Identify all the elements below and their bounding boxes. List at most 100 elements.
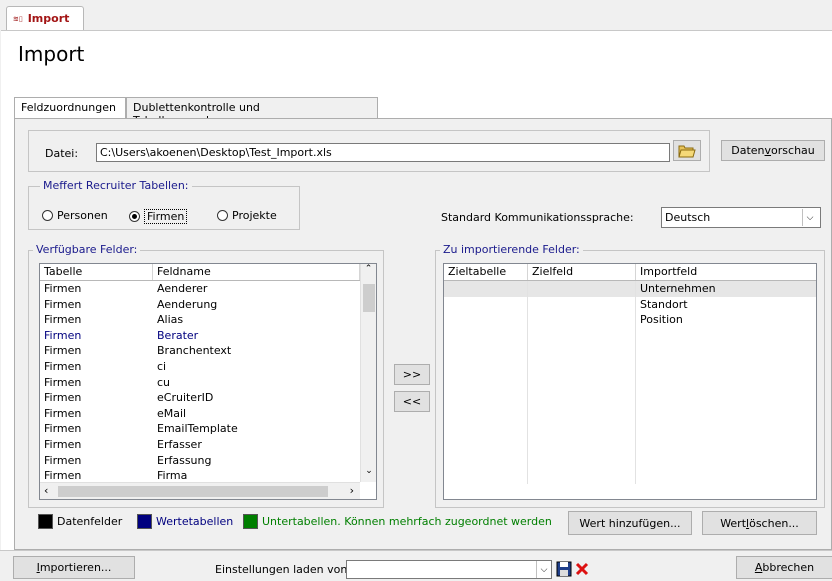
chevron-down-icon[interactable]: ⌵ (802, 209, 817, 226)
legend-wertetabellen: Wertetabellen (137, 514, 233, 529)
settings-select[interactable]: ⌵ (346, 560, 552, 579)
remove-field-button[interactable]: << (394, 391, 430, 412)
preview-button[interactable]: Daten v orschau (721, 140, 825, 161)
table-row[interactable]: Firmen eMail (40, 406, 360, 422)
settings-label: Einstellungen laden von: (215, 563, 351, 576)
table-row[interactable] (444, 452, 816, 469)
legend-label-datenfelder: Datenfelder (57, 515, 123, 528)
table-row[interactable] (444, 436, 816, 453)
scroll-up-icon[interactable]: ⌃ (361, 264, 376, 280)
table-row[interactable]: Firmen ci (40, 359, 360, 375)
table-row[interactable]: Position (444, 312, 816, 328)
table-row[interactable] (444, 327, 816, 344)
radio-firmen[interactable]: Firmen (129, 209, 188, 224)
table-row[interactable]: Firmen EmailTemplate (40, 421, 360, 437)
cell-zieltabelle (444, 312, 528, 328)
scroll-left-icon[interactable]: ‹ (44, 484, 48, 497)
cell-zielfeld (528, 405, 636, 422)
h-scroll-thumb[interactable] (58, 486, 328, 497)
table-row[interactable] (444, 358, 816, 375)
document-tab-import[interactable]: ≋▯ Import (6, 6, 84, 30)
available-fields-grid[interactable]: Tabelle Feldname Firmen Aenderer Firmen Aen… (39, 263, 377, 500)
cell-zielfeld (528, 436, 636, 453)
language-select[interactable]: Deutsch ⌵ (661, 207, 821, 228)
cell-zielfeld (528, 374, 636, 391)
table-row[interactable]: Firmen eCruiterID (40, 390, 360, 406)
cell-zielfeld (528, 312, 636, 328)
cell-zieltabelle (444, 436, 528, 453)
cell-tabelle: Firmen (44, 391, 82, 405)
cell-importfeld (636, 437, 816, 453)
cell-tabelle: Firmen (44, 406, 82, 420)
cancel-accel: A (754, 561, 763, 574)
recruiter-group-title: Meffert Recruiter Tabellen: (40, 179, 192, 192)
tab-dublettenkontrolle[interactable]: Dublettenkontrolle und Tabellenzuordnung… (126, 97, 378, 127)
add-field-button[interactable]: >> (394, 364, 430, 385)
available-grid-header: Tabelle Feldname (40, 264, 360, 281)
table-row[interactable]: Firmen Aenderer (40, 281, 360, 297)
cell-feldname: Branchentext (157, 344, 232, 358)
table-row[interactable] (444, 390, 816, 406)
cell-importfeld (636, 453, 816, 469)
scroll-thumb[interactable] (363, 284, 375, 312)
file-path-input[interactable]: C:\Users\akoenen\Desktop\Test_Import.xls (96, 143, 670, 162)
table-row[interactable]: Firmen Erfassung (40, 453, 360, 469)
chevron-down-icon[interactable]: ⌵ (536, 561, 551, 578)
table-row[interactable]: Firmen Branchentext (40, 343, 360, 359)
available-vertical-scrollbar[interactable]: ⌃ ⌄ (360, 264, 376, 482)
cancel-button[interactable]: Abbrechen (736, 556, 832, 579)
available-horizontal-scrollbar[interactable]: ‹ › (40, 482, 360, 499)
cell-importfeld (636, 468, 816, 484)
radio-personen[interactable]: Personen (42, 209, 108, 222)
cell-feldname: EmailTemplate (157, 422, 238, 436)
cell-importfeld (636, 343, 816, 359)
col-tabelle[interactable]: Tabelle (40, 264, 153, 280)
legend-swatch-black (38, 514, 53, 529)
save-icon[interactable] (556, 561, 572, 577)
table-row[interactable]: Unternehmen (444, 281, 816, 297)
cell-zieltabelle (444, 281, 528, 297)
table-row[interactable]: Firmen Aenderung (40, 297, 360, 313)
table-row[interactable] (444, 343, 816, 359)
file-label: Datei: (45, 147, 79, 160)
add-value-button[interactable]: Wert hinzufügen... (568, 511, 692, 535)
table-row[interactable]: Firmen cu (40, 375, 360, 391)
col-importfeld[interactable]: Importfeld (636, 264, 816, 280)
table-row[interactable]: Firmen Erfasser (40, 437, 360, 453)
cell-zielfeld (528, 296, 636, 313)
table-row[interactable] (444, 421, 816, 437)
tab-feldzuordnungen[interactable]: Feldzuordnungen (14, 97, 126, 119)
scroll-right-icon[interactable]: › (350, 484, 354, 497)
cell-importfeld (636, 359, 816, 375)
cell-importfeld: Position (640, 313, 683, 327)
table-row[interactable]: Firmen Berater (40, 328, 360, 344)
import-fields-grid[interactable]: Zieltabelle Zielfeld Importfeld Unterneh… (443, 263, 817, 500)
col-zieltabelle[interactable]: Zieltabelle (444, 264, 528, 280)
available-group-title: Verfügbare Felder: (33, 243, 141, 256)
table-row[interactable]: Standort (444, 296, 816, 313)
cell-importfeld: Standort (640, 297, 688, 311)
access-form-icon: ≋▯ (13, 14, 23, 23)
delete-icon[interactable] (574, 561, 590, 577)
table-row[interactable] (444, 468, 816, 484)
delete-value-button[interactable]: Wert l öschen... (702, 511, 817, 535)
col-feldname[interactable]: Feldname (153, 264, 360, 280)
cell-tabelle: Firmen (44, 328, 82, 342)
table-row[interactable] (444, 374, 816, 391)
browse-folder-button[interactable] (673, 140, 701, 161)
radio-projekte-dot (217, 210, 228, 221)
table-row[interactable] (444, 405, 816, 422)
table-row[interactable]: Firmen Alias (40, 312, 360, 328)
scroll-down-icon[interactable]: ⌄ (361, 466, 376, 482)
language-label-pre: Standard Kommu (441, 211, 537, 224)
cell-importfeld (636, 390, 816, 406)
cell-zieltabelle (444, 421, 528, 437)
preview-label-pre: Daten (731, 144, 765, 157)
import-button[interactable]: Importieren... (13, 556, 135, 579)
document-tab-label: Import (27, 12, 70, 25)
radio-projekte[interactable]: Projekte (217, 209, 277, 222)
cell-zieltabelle (444, 358, 528, 375)
preview-label-post: orschau (771, 144, 815, 157)
cell-zieltabelle (444, 405, 528, 422)
col-zielfeld[interactable]: Zielfeld (528, 264, 636, 280)
